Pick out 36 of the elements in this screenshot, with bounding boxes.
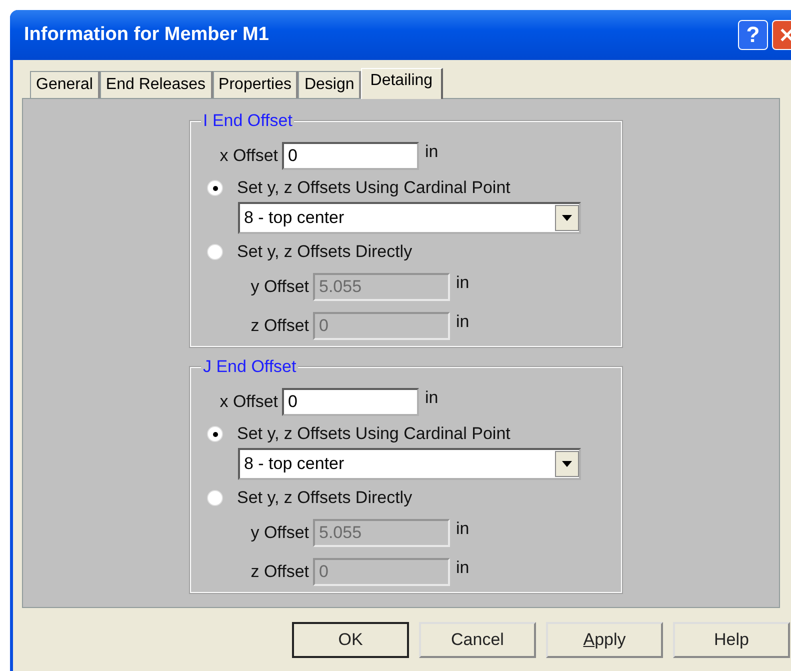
window-title: Information for Member M1	[24, 24, 270, 46]
tab[interactable]: Detailing	[361, 68, 443, 99]
unit-label: in	[425, 388, 438, 408]
tab[interactable]: General	[30, 71, 100, 98]
unit-label: in	[456, 273, 470, 293]
dialog-button[interactable]: Cancel	[419, 622, 536, 658]
help-button[interactable]: ?	[738, 20, 768, 50]
unit-label: in	[456, 558, 470, 578]
radio-button[interactable]	[207, 490, 223, 506]
radio-button[interactable]	[207, 426, 223, 442]
radio-button[interactable]	[207, 244, 223, 260]
x-offset-field[interactable]: 0	[282, 388, 419, 416]
tab[interactable]: Properties	[212, 71, 298, 98]
dialog-button[interactable]: OK	[292, 622, 409, 658]
unit-label: in	[456, 312, 470, 332]
radio-label[interactable]: Set y, z Offsets Using Cardinal Point	[237, 178, 510, 198]
tab[interactable]: Design	[298, 71, 362, 98]
cardinal-point-dropdown[interactable]: 8 - top center	[238, 448, 581, 480]
unit-label: in	[456, 519, 470, 539]
radio-label[interactable]: Set y, z Offsets Using Cardinal Point	[237, 424, 510, 444]
cardinal-point-dropdown[interactable]: 8 - top center	[238, 202, 581, 234]
field-label: x Offset	[218, 146, 278, 166]
x-offset-field[interactable]: 0	[282, 142, 419, 170]
dialog-button[interactable]: Help	[673, 622, 790, 658]
dialog-button[interactable]: Apply	[546, 622, 663, 658]
radio-label[interactable]: Set y, z Offsets Directly	[237, 242, 412, 262]
radio-button[interactable]	[207, 180, 223, 196]
field-label: y Offset	[250, 523, 309, 543]
tab[interactable]: End Releases	[100, 71, 213, 98]
field-label: x Offset	[218, 392, 278, 412]
close-icon	[778, 26, 791, 44]
field-label: y Offset	[250, 277, 309, 297]
field-label: z Offset	[250, 316, 309, 336]
unit-label: in	[425, 142, 438, 162]
radio-label[interactable]: Set y, z Offsets Directly	[237, 488, 412, 508]
field-label: z Offset	[250, 562, 309, 582]
